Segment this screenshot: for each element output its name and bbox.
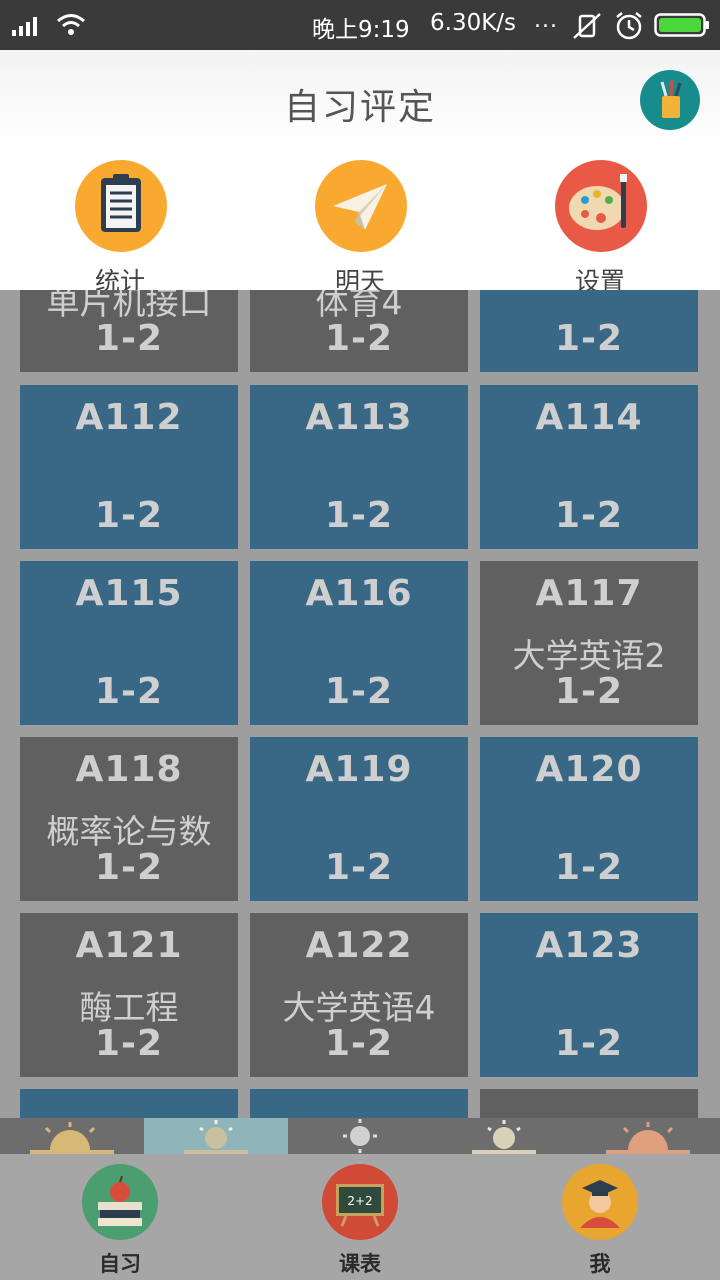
app-header: 自习评定 (0, 50, 720, 150)
status-time: 晚上9:19 (312, 17, 410, 43)
classroom-cell[interactable]: A115 1-2 (20, 561, 238, 725)
network-speed: 6.30K/s (430, 10, 517, 36)
classroom-cell[interactable]: A116 1-2 (250, 561, 468, 725)
class-period: 1-2 (554, 1023, 624, 1064)
wifi-icon (57, 14, 85, 35)
course-name: 大学英语4 (282, 988, 436, 1027)
status-bar: 晚上9:19 6.30K/s ... (0, 0, 720, 50)
classroom-grid: 单片机接口 1-2 体育4 1-2 1-2 A112 1-2 A113 1-2 … (0, 290, 720, 1118)
mute-icon (573, 13, 601, 39)
classroom-cell[interactable]: A120 1-2 (480, 737, 698, 901)
top-action-tabs: 统计 明天 设置 (0, 150, 720, 296)
class-period: 1-2 (94, 847, 164, 888)
class-period: 1-2 (554, 671, 624, 712)
nav-self-study-label: 自习 (99, 1252, 141, 1276)
classroom-cell[interactable]: A112 1-2 (20, 385, 238, 549)
class-period: 1-2 (94, 1023, 164, 1064)
class-period: 1-2 (94, 495, 164, 536)
room-number: A119 (305, 749, 413, 790)
sunrise-icon[interactable] (0, 1118, 144, 1154)
room-number: A122 (305, 925, 413, 966)
graduate-icon (562, 1164, 638, 1240)
tab-statistics[interactable]: 统计 (50, 160, 190, 296)
classroom-cell[interactable]: A117 大学英语2 1-2 (480, 561, 698, 725)
classroom-cell[interactable]: A119 1-2 (250, 737, 468, 901)
classroom-cell[interactable]: A123 1-2 (480, 913, 698, 1077)
nav-me[interactable]: 我 (540, 1164, 660, 1278)
class-period: 1-2 (554, 847, 624, 888)
nav-me-label: 我 (589, 1252, 611, 1276)
alarm-icon (616, 12, 642, 40)
tab-tomorrow[interactable]: 明天 (290, 160, 430, 296)
room-number: A113 (305, 397, 413, 438)
course-name: 大学英语2 (512, 636, 666, 675)
classroom-cell[interactable]: A122 大学英语4 1-2 (250, 913, 468, 1077)
classroom-cell[interactable] (480, 1089, 698, 1118)
classroom-cell[interactable]: 单片机接口 1-2 (20, 290, 238, 372)
clipboard-icon (75, 160, 167, 252)
room-number: A114 (535, 397, 643, 438)
classroom-cell[interactable]: A114 1-2 (480, 385, 698, 549)
more-notifications-icon: ... (534, 8, 558, 33)
course-name: 酶工程 (79, 988, 179, 1027)
sunset-icon[interactable] (576, 1118, 720, 1154)
pencil-cup-icon (660, 79, 682, 118)
svg-text:2+2: 2+2 (347, 1194, 372, 1208)
classroom-cell[interactable] (250, 1089, 468, 1118)
class-period: 1-2 (324, 495, 394, 536)
books-apple-icon (82, 1164, 158, 1240)
room-number: A121 (75, 925, 183, 966)
blackboard-icon: 2+2 (322, 1164, 398, 1240)
classroom-cell[interactable]: 1-2 (480, 290, 698, 372)
classroom-cell[interactable]: A113 1-2 (250, 385, 468, 549)
course-name: 概率论与数 (46, 812, 212, 851)
room-number: A115 (75, 573, 183, 614)
signal-icon (12, 17, 37, 36)
class-period: 1-2 (554, 495, 624, 536)
room-number: A116 (305, 573, 413, 614)
classroom-cell[interactable]: 体育4 1-2 (250, 290, 468, 372)
classroom-cell[interactable]: A118 概率论与数 1-2 (20, 737, 238, 901)
page-title: 自习评定 (283, 87, 436, 128)
morning-sun-icon[interactable] (144, 1118, 288, 1154)
time-of-day-strip (0, 1118, 720, 1154)
nav-timetable-label: 课表 (339, 1252, 381, 1276)
afternoon-sun-icon[interactable] (432, 1118, 576, 1154)
classroom-cell[interactable] (20, 1089, 238, 1118)
class-period: 1-2 (554, 318, 624, 359)
tab-settings[interactable]: 设置 (530, 160, 670, 296)
class-period: 1-2 (94, 671, 164, 712)
class-period: 1-2 (94, 318, 164, 359)
room-number: A120 (535, 749, 643, 790)
room-number: A117 (535, 573, 643, 614)
palette-icon (555, 160, 647, 252)
class-period: 1-2 (324, 847, 394, 888)
room-number: A118 (75, 749, 183, 790)
bottom-navigation: 自习 2+2 课表 我 (0, 1154, 720, 1280)
class-period: 1-2 (324, 1023, 394, 1064)
profile-avatar-button[interactable] (640, 70, 700, 130)
classroom-cell[interactable]: A121 酶工程 1-2 (20, 913, 238, 1077)
noon-sun-icon[interactable] (288, 1118, 432, 1154)
room-number: A112 (75, 397, 183, 438)
paper-plane-icon (315, 160, 407, 252)
nav-self-study[interactable]: 自习 (60, 1164, 180, 1278)
nav-timetable[interactable]: 2+2 课表 (300, 1164, 420, 1278)
battery-icon (654, 13, 709, 37)
room-number: A123 (535, 925, 643, 966)
class-period: 1-2 (324, 671, 394, 712)
class-period: 1-2 (324, 318, 394, 359)
